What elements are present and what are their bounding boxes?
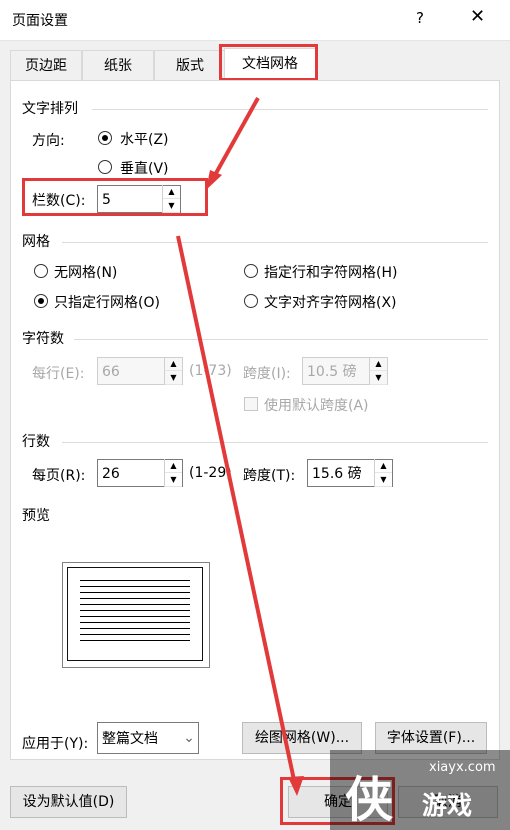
watermark-logo-icon: 侠 xyxy=(345,772,394,828)
arrow-head xyxy=(206,170,222,190)
arrow-line xyxy=(176,235,296,781)
watermark-brand: 游戏 xyxy=(422,791,473,820)
arrow-line xyxy=(213,97,260,176)
annotation-arrows-icon xyxy=(176,97,304,796)
watermark-url: xiayx.com xyxy=(429,760,496,775)
arrow-head xyxy=(288,776,304,796)
